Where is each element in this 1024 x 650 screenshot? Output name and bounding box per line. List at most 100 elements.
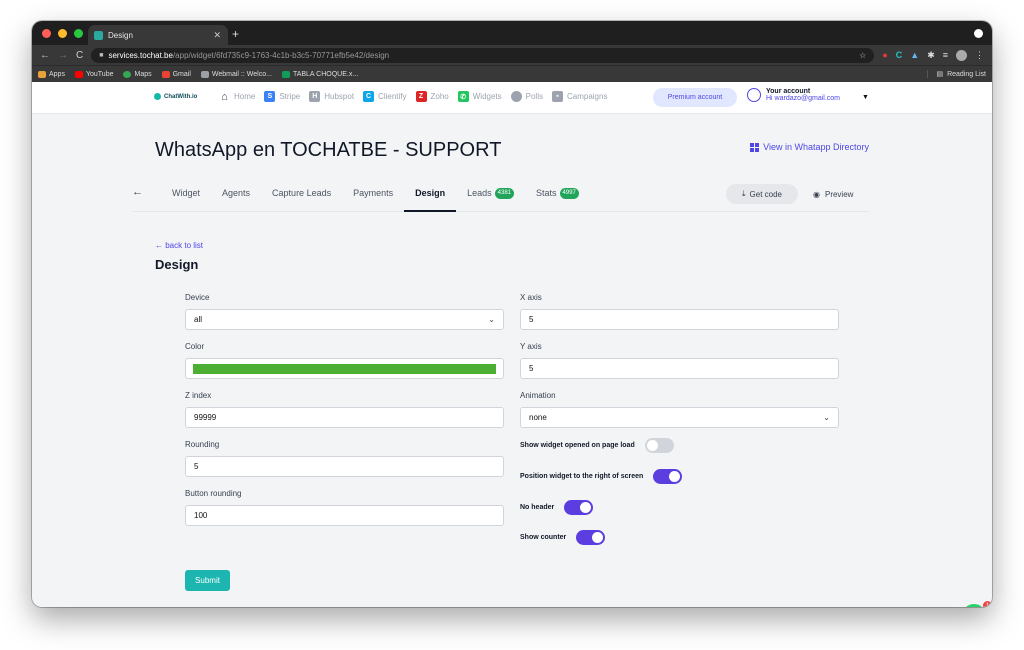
bookmark-tabla[interactable]: TABLA CHOQUE.x... — [281, 70, 358, 78]
whatsapp-widget-button[interactable]: 1 — [962, 601, 992, 607]
puzzle-icon[interactable]: ✱ — [927, 50, 935, 61]
window-controls — [42, 29, 83, 38]
bookmark-apps[interactable]: Apps — [38, 70, 65, 78]
close-window-button[interactable] — [42, 29, 51, 38]
nav-hubspot[interactable]: H Hubspot — [309, 91, 354, 102]
sheets-icon — [281, 70, 290, 78]
whatsapp-icon: ✆ — [457, 91, 469, 102]
address-bar[interactable]: ■ services.tochat.be /app/widget/6fd735c… — [91, 47, 875, 63]
button-rounding-label: Button rounding — [185, 489, 242, 498]
maximize-window-button[interactable] — [74, 29, 83, 38]
browser-tabbar: Design ✕ + — [32, 21, 992, 45]
yaxis-input[interactable]: 5 — [520, 358, 839, 379]
color-swatch — [193, 364, 496, 374]
maps-pin-icon — [123, 70, 132, 78]
tab-capture-leads[interactable]: Capture Leads — [261, 180, 342, 212]
tab-leads[interactable]: Leads 4381 — [456, 180, 525, 212]
nav-clientify[interactable]: C Clientify — [363, 91, 407, 102]
tab-payments[interactable]: Payments — [342, 180, 404, 212]
stats-count-badge: 4997 — [559, 188, 579, 199]
site-header: ChatWith.io ⌂ Home S Stripe H Hubspot C Clie… — [32, 82, 992, 114]
site-logo[interactable]: ChatWith.io — [154, 93, 197, 100]
lock-icon: ■ — [99, 51, 104, 59]
back-to-list-link[interactable]: ← back to list — [155, 241, 203, 250]
home-icon: ⌂ — [221, 90, 228, 103]
bookmark-youtube[interactable]: YouTube — [74, 70, 113, 78]
url-path: /app/widget/6fd735c9-1763-4c1b-b3c5-7077… — [172, 50, 390, 60]
leads-count-badge: 4381 — [494, 188, 515, 199]
media-icon[interactable]: ≡ — [943, 50, 948, 60]
toggle-row-position-right: Position widget to the right of screen — [520, 469, 683, 484]
chevron-down-icon: ⌄ — [823, 413, 830, 422]
tab-agents[interactable]: Agents — [211, 180, 261, 212]
bookmark-maps[interactable]: Maps — [123, 70, 152, 78]
clientify-icon: C — [363, 91, 375, 102]
rounding-input[interactable]: 5 — [185, 456, 504, 477]
section-title: Design — [155, 257, 199, 272]
menu-icon[interactable]: ⋮ — [975, 50, 984, 61]
browser-tab[interactable]: Design ✕ — [88, 25, 228, 45]
xaxis-input[interactable]: 5 — [520, 309, 839, 330]
page-title: WhatsApp en TOCHATBE - SUPPORT — [155, 139, 502, 161]
webmail-icon — [200, 70, 209, 78]
widget-count-badge: 1 — [983, 601, 992, 607]
new-tab-button[interactable]: + — [232, 27, 239, 41]
xaxis-label: X axis — [520, 293, 542, 302]
pie-chart-icon — [510, 91, 522, 102]
reading-list-button[interactable]: ▤ Reading List — [927, 70, 986, 78]
nav-zoho[interactable]: Z Zoho — [415, 91, 449, 102]
tab-stats[interactable]: Stats 4997 — [525, 180, 590, 212]
toggle-row-no-header: No header — [520, 500, 594, 515]
main-content: WhatsApp en TOCHATBE - SUPPORT View in W… — [32, 114, 992, 607]
account-menu[interactable]: Your account Hi wardazo@gmail.com — [747, 88, 840, 102]
profile-dot-icon — [974, 29, 983, 38]
open-on-load-toggle[interactable] — [644, 438, 674, 453]
reload-icon[interactable]: C — [76, 50, 83, 61]
tab-widget[interactable]: Widget — [161, 180, 211, 212]
bookmark-webmail[interactable]: Webmail :: Welco... — [200, 70, 272, 78]
reading-list-icon: ▤ — [936, 71, 944, 78]
tab-design[interactable]: Design — [404, 180, 457, 212]
color-picker[interactable] — [185, 358, 504, 379]
premium-account-button[interactable]: Premium account — [653, 88, 737, 107]
gmail-icon — [161, 70, 170, 78]
back-arrow-icon[interactable]: ← — [132, 186, 143, 198]
nav-widgets[interactable]: ✆ Widgets — [457, 91, 502, 102]
zoho-icon: Z — [415, 91, 427, 102]
bookmarks-bar: Apps YouTube Maps Gmail Webmail :: Welco… — [32, 65, 992, 82]
bookmark-star-icon[interactable]: ☆ — [859, 51, 866, 60]
yaxis-label: Y axis — [520, 342, 542, 351]
minimize-window-button[interactable] — [58, 29, 67, 38]
device-select[interactable]: all ⌄ — [185, 309, 504, 330]
nav-home[interactable]: ⌂ Home — [219, 90, 255, 103]
extension-c-icon[interactable]: C — [896, 50, 903, 60]
get-code-button[interactable]: ⤓ Get code — [726, 184, 798, 204]
button-rounding-input[interactable]: 100 — [185, 505, 504, 526]
zindex-label: Z index — [185, 391, 212, 400]
rounding-label: Rounding — [185, 440, 220, 449]
animation-select[interactable]: none ⌄ — [520, 407, 839, 428]
zindex-input[interactable]: 99999 — [185, 407, 504, 428]
apps-grid-icon — [38, 70, 46, 78]
bookmark-gmail[interactable]: Gmail — [161, 70, 191, 78]
caret-down-icon[interactable]: ▼ — [862, 94, 869, 101]
tab-close-icon[interactable]: ✕ — [213, 30, 221, 41]
back-icon[interactable]: ← — [40, 50, 50, 61]
show-counter-toggle[interactable] — [576, 530, 606, 545]
submit-button[interactable]: Submit — [185, 570, 230, 591]
avatar[interactable] — [956, 49, 967, 61]
logo-dot-icon — [154, 93, 161, 100]
extension-person-icon[interactable]: ▲ — [910, 50, 919, 60]
preview-button[interactable]: ◉ Preview — [813, 184, 853, 204]
extension-icon[interactable]: ● — [882, 50, 887, 60]
no-header-toggle[interactable] — [564, 500, 594, 515]
view-directory-link[interactable]: View in Whatapp Directory — [750, 142, 869, 152]
nav-polls[interactable]: Polls — [510, 91, 543, 102]
account-title: Your account — [766, 88, 811, 95]
toggle-row-open-on-load: Show widget opened on page load — [520, 438, 674, 453]
nav-campaigns[interactable]: ▪ Campaigns — [551, 91, 607, 102]
forward-icon[interactable]: → — [58, 50, 68, 61]
nav-stripe[interactable]: S Stripe — [264, 91, 300, 102]
position-right-toggle[interactable] — [653, 469, 683, 484]
hubspot-icon: H — [309, 91, 321, 102]
